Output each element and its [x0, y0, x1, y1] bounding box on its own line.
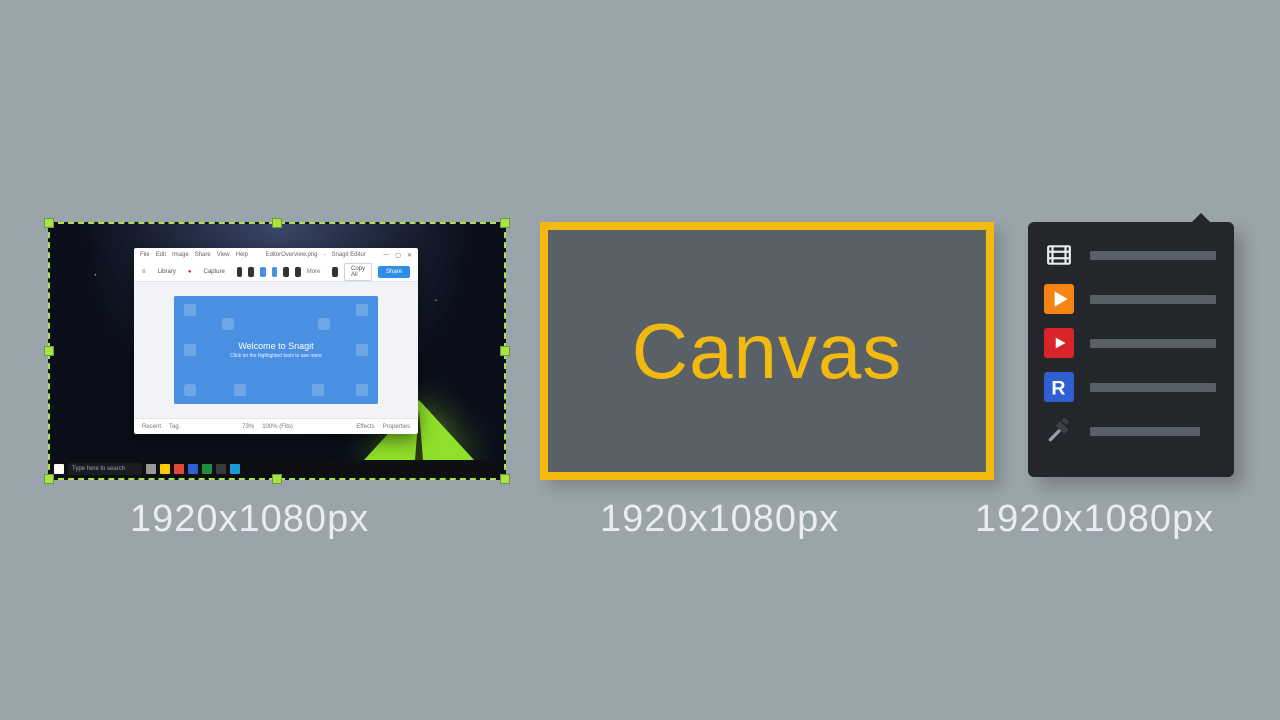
status-zoom[interactable]: 73% [242, 424, 254, 430]
play-icon [1044, 284, 1074, 314]
svg-text:R: R [1051, 378, 1065, 400]
window-close-icon[interactable]: ✕ [407, 252, 412, 259]
welcome-subtext: Click on the highlighted tools to see mo… [230, 353, 321, 359]
list-item-label [1090, 251, 1216, 260]
callout-tool-icon[interactable] [272, 267, 278, 277]
stamp-tool-icon[interactable] [295, 267, 301, 277]
app-icon[interactable] [216, 464, 226, 474]
list-item-label [1090, 295, 1216, 304]
list-item[interactable] [1044, 240, 1216, 270]
copy-all-button[interactable]: Copy All [344, 263, 372, 281]
editor-statusbar: Recent Tag 73% 100% (Fits) Effects Prope… [134, 418, 418, 434]
editor-titlebar: File Edit Image Share View Help EditorOv… [134, 248, 418, 262]
explorer-icon[interactable] [160, 464, 170, 474]
selection-handle[interactable] [44, 218, 54, 228]
selection-handle[interactable] [272, 218, 282, 228]
app-icon[interactable] [202, 464, 212, 474]
hamburger-icon[interactable]: ≡ [142, 269, 146, 275]
chrome-icon[interactable] [174, 464, 184, 474]
canvas-label: Canvas [632, 306, 902, 397]
list-item-label [1090, 383, 1216, 392]
welcome-icon [312, 384, 324, 396]
welcome-icon [356, 344, 368, 356]
status-properties[interactable]: Properties [383, 424, 410, 430]
status-tag[interactable]: Tag [169, 424, 179, 430]
shape-tool-icon[interactable] [283, 267, 289, 277]
r-icon: R [1044, 372, 1074, 402]
editor-canvas-area: Welcome to Snagit Click on the highlight… [134, 282, 418, 418]
record-icon[interactable]: ● [188, 269, 192, 275]
welcome-icon [222, 318, 234, 330]
status-effects[interactable]: Effects [356, 424, 374, 430]
menu-edit[interactable]: Edit [156, 252, 166, 258]
youtube-icon [1044, 328, 1074, 358]
caption-panel2: 1920x1080px [600, 498, 839, 541]
welcome-icon [184, 384, 196, 396]
text-tool-icon[interactable] [260, 267, 266, 277]
taskbar-search[interactable]: Type here to search [68, 463, 142, 475]
welcome-icon [318, 318, 330, 330]
start-icon[interactable] [54, 464, 64, 474]
welcome-icon [356, 304, 368, 316]
menu-view[interactable]: View [217, 252, 230, 258]
capture-button[interactable]: Capture [197, 267, 230, 277]
menu-image[interactable]: Image [172, 252, 189, 258]
welcome-icon [356, 384, 368, 396]
window-maximize-icon[interactable]: ▢ [395, 252, 401, 259]
snagit-editor-window: File Edit Image Share View Help EditorOv… [134, 248, 418, 434]
list-item[interactable] [1044, 284, 1216, 314]
caption-panel1: 1920x1080px [130, 498, 369, 541]
menu-share[interactable]: Share [195, 252, 211, 258]
screenshot-selection-panel[interactable]: File Edit Image Share View Help EditorOv… [48, 222, 506, 480]
selection-handle[interactable] [272, 474, 282, 484]
status-fit[interactable]: 100% (Fits) [262, 424, 293, 430]
caption-panel3: 1920x1080px [975, 498, 1214, 541]
menu-file[interactable]: File [140, 252, 150, 258]
welcome-heading: Welcome to Snagit [238, 341, 313, 351]
welcome-icon [184, 344, 196, 356]
selection-handle[interactable] [500, 218, 510, 228]
editor-title-file: EditorOverview.png [265, 252, 317, 258]
share-button[interactable]: Share [378, 266, 410, 278]
tools-icon [1044, 416, 1074, 446]
app-icon[interactable] [230, 464, 240, 474]
move-tool-icon[interactable] [248, 267, 254, 277]
status-recent[interactable]: Recent [142, 424, 161, 430]
library-button[interactable]: Library [152, 267, 182, 277]
arrow-tool-icon[interactable] [237, 267, 243, 277]
selection-handle[interactable] [44, 346, 54, 356]
welcome-icon [234, 384, 246, 396]
stage: File Edit Image Share View Help EditorOv… [0, 0, 1280, 720]
edge-icon[interactable] [188, 464, 198, 474]
menu-help[interactable]: Help [236, 252, 248, 258]
welcome-icon [184, 304, 196, 316]
undo-icon[interactable] [332, 267, 338, 277]
share-menu-panel: R [1028, 222, 1234, 477]
film-icon [1044, 240, 1074, 270]
selection-handle[interactable] [500, 346, 510, 356]
list-item[interactable]: R [1044, 372, 1216, 402]
editor-toolbar: ≡ Library ● Capture More Copy All Share [134, 262, 418, 282]
selection-handle[interactable] [500, 474, 510, 484]
list-item-label [1090, 339, 1216, 348]
list-item[interactable] [1044, 328, 1216, 358]
canvas-panel: Canvas [540, 222, 994, 480]
window-minimize-icon[interactable]: — [383, 252, 389, 258]
task-view-icon[interactable] [146, 464, 156, 474]
list-item[interactable] [1044, 416, 1216, 446]
more-tools[interactable]: More [307, 269, 321, 275]
editor-title-app: Snagit Editor [331, 252, 365, 258]
welcome-canvas: Welcome to Snagit Click on the highlight… [174, 296, 378, 404]
list-item-label [1090, 427, 1200, 436]
selection-handle[interactable] [44, 474, 54, 484]
